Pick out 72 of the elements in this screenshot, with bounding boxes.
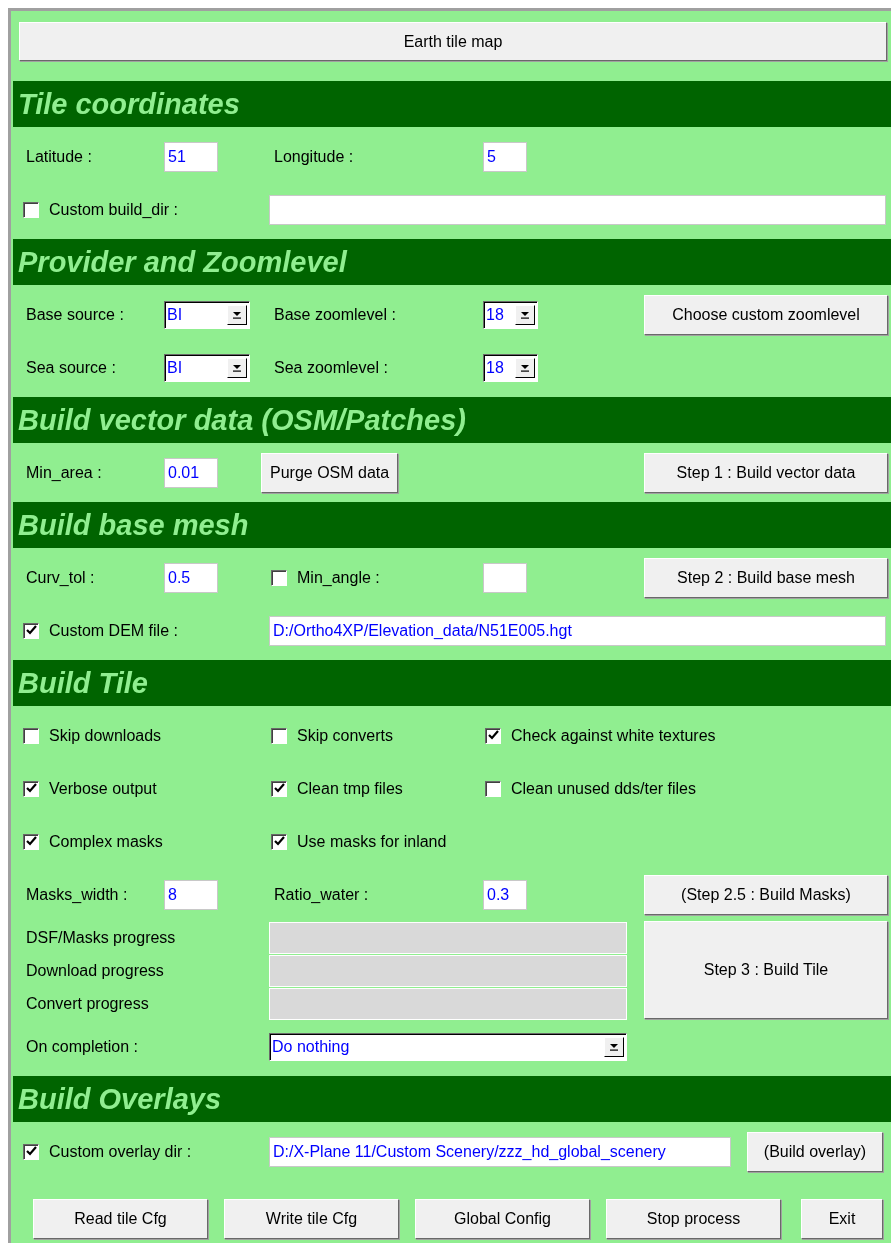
overlay-button[interactable]: (Build overlay) [747, 1131, 883, 1172]
step-button[interactable]: Choose custom zoomlevel [644, 294, 888, 335]
section-header: Build Overlays [13, 1076, 891, 1122]
section-header: Build Tile [13, 660, 891, 706]
footer-button[interactable]: Write tile Cfg [224, 1199, 399, 1239]
input-field[interactable]: 0.01 [164, 457, 218, 488]
checkbox-label: Min_angle : [297, 567, 380, 588]
input-field[interactable]: 51 [164, 141, 218, 172]
dropdown[interactable]: 18 [483, 300, 538, 329]
checkbox-label: Clean unused dds/ter files [511, 778, 696, 799]
section-header: Tile coordinates [13, 81, 891, 127]
input-field[interactable]: 0.3 [483, 879, 527, 910]
path-field[interactable]: D:/Ortho4XP/Elevation_data/N51E005.hgt [269, 615, 886, 646]
step-button[interactable]: Step 2 : Build base mesh [644, 557, 888, 598]
checkbox[interactable] [271, 727, 287, 744]
checkbox[interactable] [23, 622, 39, 639]
purge-button[interactable]: Purge OSM data [261, 452, 399, 493]
path-field[interactable] [269, 194, 886, 225]
checkbox-label: Custom overlay dir : [49, 1141, 192, 1162]
checkbox[interactable] [271, 833, 287, 850]
checkbox[interactable] [271, 569, 287, 586]
progress-label: DSF/Masks progress [25, 927, 176, 948]
step-button[interactable]: (Step 2.5 : Build Masks) [644, 874, 888, 915]
checkbox[interactable] [23, 727, 39, 744]
input-field[interactable]: 5 [483, 141, 527, 172]
checkbox[interactable] [485, 727, 501, 744]
input-field[interactable]: 8 [164, 879, 218, 910]
checkbox-label: Skip downloads [49, 725, 162, 746]
field-label: Curv_tol : [25, 567, 96, 588]
progress-label: Download progress [25, 960, 164, 981]
checkbox-label: Use masks for inland [297, 831, 447, 852]
footer-button[interactable]: Read tile Cfg [33, 1199, 208, 1239]
step-button[interactable]: Step 1 : Build vector data [644, 452, 888, 493]
checkbox-label: Custom DEM file : [49, 620, 178, 641]
step-button[interactable]: Step 3 : Build Tile [644, 921, 888, 1019]
map-button[interactable]: Earth tile map [19, 22, 887, 61]
field-label: Sea source : [25, 357, 117, 378]
field-label: Min_area : [25, 462, 103, 483]
checkbox[interactable] [23, 1143, 39, 1160]
field-label: Base zoomlevel : [273, 304, 397, 325]
field-label: Longitude : [273, 146, 355, 167]
checkbox[interactable] [23, 833, 39, 850]
checkbox-label: Complex masks [49, 831, 163, 852]
field-label: Masks_width : [25, 884, 129, 905]
checkbox[interactable] [23, 201, 39, 218]
checkbox-label: Custom build_dir : [49, 199, 178, 220]
section-header: Build vector data (OSM/Patches) [13, 397, 891, 443]
checkbox-label: Skip converts [297, 725, 394, 746]
path-field[interactable]: D:/X-Plane 11/Custom Scenery/zzz_hd_global_scenery [269, 1136, 731, 1167]
footer-button[interactable]: Stop process [606, 1199, 781, 1239]
checkbox[interactable] [271, 780, 287, 797]
input-field[interactable]: 0.5 [164, 562, 218, 593]
field-label: Ratio_water : [273, 884, 370, 905]
checkbox[interactable] [485, 780, 501, 797]
field-label: Base source : [25, 304, 125, 325]
dropdown[interactable]: 18 [483, 353, 538, 382]
footer-button[interactable]: Global Config [415, 1199, 590, 1239]
field-label: Sea zoomlevel : [273, 357, 389, 378]
field-label: Latitude : [25, 146, 93, 167]
checkbox-label: Check against white textures [511, 725, 716, 746]
dropdown[interactable]: BI [164, 353, 250, 382]
progress-label: Convert progress [25, 993, 149, 1014]
section-header: Build base mesh [13, 502, 891, 548]
checkbox-label: Clean tmp files [297, 778, 403, 799]
footer-button[interactable]: Exit [801, 1199, 883, 1239]
checkbox-label: Verbose output [49, 778, 157, 799]
input-field[interactable] [483, 562, 527, 593]
dropdown[interactable]: BI [164, 300, 250, 329]
section-header: Provider and Zoomlevel [13, 239, 891, 285]
checkbox[interactable] [23, 780, 39, 797]
dropdown[interactable]: Do nothing [269, 1032, 627, 1061]
progress-label: On completion : [25, 1036, 139, 1057]
